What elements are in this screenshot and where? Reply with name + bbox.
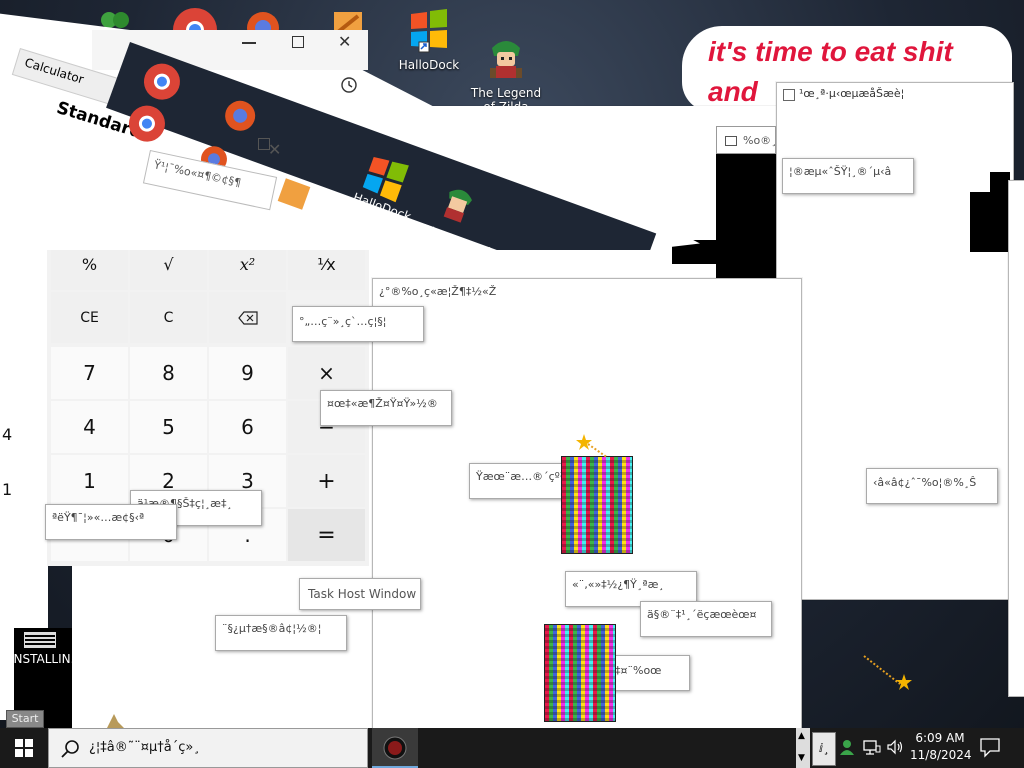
chevron-down-icon: ▼ [798, 753, 805, 763]
notification-icon [980, 738, 1000, 758]
backspace-key[interactable] [209, 292, 286, 343]
history-icon[interactable] [338, 74, 360, 96]
installing-label: INSTALLIN... [10, 652, 83, 666]
start-button[interactable] [0, 728, 48, 768]
partial-digit: 4 [2, 425, 13, 444]
tray-scroll[interactable]: ▲ ▼ [796, 728, 810, 768]
task-host-window[interactable]: Task Host Window [299, 578, 421, 610]
taskbar-app-button[interactable] [372, 728, 418, 768]
windows-logo-icon [15, 739, 33, 757]
corrupted-image [561, 456, 633, 554]
installer-icon [24, 632, 56, 648]
window-title: %o®¸ [743, 134, 777, 147]
digit-1-key[interactable]: 1 [51, 455, 128, 507]
search-box[interactable]: ¿¦‡â®˜¨¤µ†å´ç»¸ [48, 728, 368, 768]
window-title: ¿°®%o¸ç«æ¦Ž¶‡½«Ž [379, 285, 497, 298]
close-button[interactable]: ✕ [338, 32, 351, 51]
app-icon [383, 736, 407, 760]
digit-5-key[interactable]: 5 [130, 401, 207, 453]
garbled-label-window[interactable]: ä§®¨‡¹¸´ëçæœèœ¤ [640, 601, 772, 637]
banner-line-2: and [708, 76, 758, 107]
glitch-overlay: ✕ Calculator Standard HalloDock The Lege… [0, 0, 700, 250]
cursor-creature-icon [104, 712, 128, 728]
network-icon[interactable] [862, 738, 882, 756]
digit-8-key[interactable]: 8 [130, 347, 207, 399]
clock[interactable]: 6:09 AM 11/8/2024 [910, 730, 972, 766]
garbled-label-window[interactable]: ªëŸ¶¯¦»«…æ¢§‹ª [45, 504, 177, 540]
add-key[interactable]: + [288, 455, 365, 507]
garbled-label-window[interactable]: ¤œ‡«æ¶Ž¤Ÿ¤Ÿ»½® [320, 390, 452, 426]
garbled-label-window[interactable]: ¨§¿µ†æ§®â¢¦½®¦ [215, 615, 347, 651]
input-method-button[interactable]: ⅈ¸ [812, 732, 836, 766]
clear-entry-key[interactable]: CE [51, 292, 128, 343]
digit-4-key[interactable]: 4 [51, 401, 128, 453]
offscreen-window-edge [1008, 180, 1024, 697]
garbled-label-window[interactable]: ‡¤¨%oœ [608, 655, 690, 691]
close-icon: ✕ [268, 140, 282, 159]
digit-9-key[interactable]: 9 [209, 347, 286, 399]
search-text: ¿¦‡â®˜¨¤µ†å´ç»¸ [89, 740, 200, 755]
user-status-icon[interactable] [838, 738, 856, 756]
taskbar: ¿¦‡â®˜¨¤µ†å´ç»¸ ▲ ▼ ⅈ¸ 6:09 AM 11/8/2024 [0, 728, 1024, 768]
garbled-label-window[interactable]: Ÿæœ¨æ…®´çº³Ž [469, 463, 573, 499]
star-icon [862, 652, 916, 694]
clear-key[interactable]: C [130, 292, 207, 343]
chevron-up-icon: ▲ [798, 731, 805, 741]
minimize-button[interactable] [242, 42, 256, 44]
star-icon [574, 430, 610, 460]
digit-7-key[interactable]: 7 [51, 347, 128, 399]
desktop: HalloDock The Legend of Zilda it's time … [0, 0, 1024, 728]
window-icon [783, 89, 795, 101]
garbled-label-window[interactable]: ¦®æµ«ˆŠŸ¦¸®´µ‹â [782, 158, 914, 194]
backspace-icon [237, 310, 258, 325]
notification-button[interactable] [978, 736, 1004, 760]
garbled-label-window[interactable]: ‹â«â¢¿ˆ¯%o¦®%¸Ŝ [866, 468, 998, 504]
garbled-label-window[interactable]: °„…ç¨»¸ç`…ç¦§¦ [292, 306, 424, 342]
black-fragment [970, 172, 1010, 252]
clock-date: 11/8/2024 [910, 748, 972, 762]
maximize-button[interactable] [292, 36, 304, 48]
digit-6-key[interactable]: 6 [209, 401, 286, 453]
partial-digit: 1 [2, 480, 13, 499]
start-mini-button[interactable]: Start [6, 710, 44, 728]
window-icon [725, 136, 737, 146]
window-title: ¹œ¸ª·µ‹œµæåŠæè¦ [799, 87, 905, 100]
corrupted-image [544, 624, 616, 722]
window-titlebar[interactable]: %o®¸ [716, 126, 777, 154]
search-icon [61, 739, 81, 759]
clock-time: 6:09 AM [915, 731, 965, 745]
equals-key[interactable]: = [288, 509, 365, 561]
black-window-fragment: %o®¸ [716, 126, 777, 278]
banner-line-1: it's time to eat shit [708, 36, 953, 67]
volume-icon[interactable] [886, 738, 904, 756]
maximize-icon [258, 138, 270, 150]
game-icon [275, 176, 315, 212]
